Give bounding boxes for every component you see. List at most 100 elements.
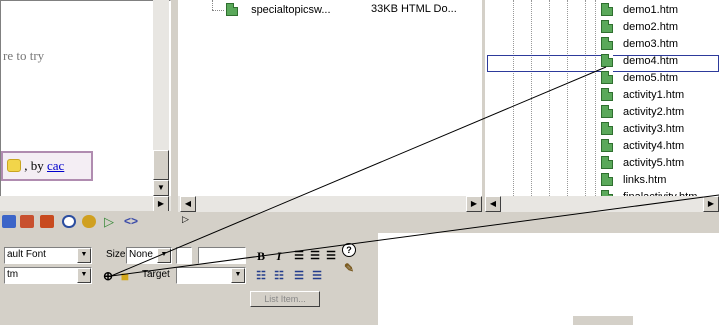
file-details: 33KB HTML Do... xyxy=(371,3,457,15)
file-html-icon xyxy=(601,156,613,169)
file-row[interactable]: specialtopicsw... xyxy=(226,3,331,19)
edit-icon[interactable]: ✎ xyxy=(341,259,357,275)
file-name: specialtopicsw... xyxy=(251,4,331,16)
site-map-scroll-right-button[interactable]: ▶ xyxy=(703,196,719,212)
file-list-scroll-right-button[interactable]: ▶ xyxy=(466,196,482,212)
color-input[interactable] xyxy=(198,247,246,264)
site-file-item[interactable]: activity2.htm xyxy=(601,105,684,122)
site-file-item[interactable]: demo5.htm xyxy=(601,71,678,88)
selected-text-block[interactable]: , by cac xyxy=(1,151,93,181)
font-value: ault Font xyxy=(7,249,46,260)
file-html-icon xyxy=(601,37,613,50)
selection-suffix: , by xyxy=(24,158,47,173)
design-view[interactable]: re to try , by cac xyxy=(0,0,171,210)
tree-guide xyxy=(585,0,586,196)
expand-arrow-icon[interactable]: ▷ xyxy=(182,214,189,225)
assets-icon[interactable] xyxy=(20,215,34,228)
align-center-icon[interactable]: ☰ xyxy=(307,247,323,263)
site-file-item[interactable]: demo1.htm xyxy=(601,3,678,20)
site-map-scroll-left-button[interactable]: ◀ xyxy=(485,196,501,212)
file-html-icon xyxy=(601,139,613,152)
tree-guide xyxy=(513,0,514,196)
site-file-item[interactable]: demo3.htm xyxy=(601,37,678,54)
list-item-button[interactable]: List Item... xyxy=(250,291,320,307)
file-html-icon xyxy=(601,122,613,135)
tree-connector xyxy=(212,10,224,11)
tree-guide xyxy=(595,0,596,196)
format-select[interactable]: tm ▼ xyxy=(4,267,92,284)
browse-folder-icon[interactable]: ■ xyxy=(116,267,134,284)
site-map-panel[interactable]: demo1.htm demo2.htm demo3.htm demo4.htm demo… xyxy=(485,0,719,196)
site-file-item[interactable]: demo2.htm xyxy=(601,20,678,37)
author-link[interactable]: cac xyxy=(47,158,64,173)
site-map-hscroll[interactable]: ◀ ▶ xyxy=(485,196,719,212)
design-vscroll[interactable]: ▼ xyxy=(153,0,169,196)
site-file-label: activity4.htm xyxy=(623,140,685,152)
chevron-down-icon[interactable]: ▼ xyxy=(157,248,171,263)
bold-button[interactable]: B xyxy=(253,247,269,263)
code-inspector-icon[interactable]: <> xyxy=(124,215,138,228)
site-file-label: activity2.htm xyxy=(623,106,685,118)
align-left-icon[interactable]: ☰ xyxy=(291,247,307,263)
output-area xyxy=(378,233,719,325)
file-list-scroll-left-button[interactable]: ◀ xyxy=(180,196,196,212)
chevron-down-icon[interactable]: ▼ xyxy=(231,268,245,283)
point-to-file-icon[interactable]: ⊕ xyxy=(100,267,116,283)
site-file-label: demo5.htm xyxy=(623,72,679,84)
site-file-label: activity3.htm xyxy=(623,123,685,135)
site-file-item[interactable]: activity5.htm xyxy=(601,156,684,173)
site-file-label: demo4.htm xyxy=(623,55,679,67)
file-html-icon xyxy=(601,88,613,101)
site-file-label: demo3.htm xyxy=(623,38,679,50)
site-icon[interactable] xyxy=(2,215,16,228)
file-html-icon xyxy=(601,54,613,67)
site-file-item[interactable]: activity3.htm xyxy=(601,122,684,139)
design-scroll-down-button[interactable]: ▼ xyxy=(153,180,169,196)
site-file-item[interactable]: activity4.htm xyxy=(601,139,684,156)
unordered-list-icon[interactable]: ☷ xyxy=(253,267,269,283)
property-inspector: ault Font ▼ Size None ▼ B I ☰ ☰ ☰ ? ✎ tm… xyxy=(0,233,375,325)
site-file-label: demo1.htm xyxy=(623,4,679,16)
site-file-label: activity1.htm xyxy=(623,89,685,101)
font-select[interactable]: ault Font ▼ xyxy=(4,247,92,264)
site-file-label: demo2.htm xyxy=(623,21,679,33)
target-select[interactable]: ▼ xyxy=(176,267,246,284)
site-file-label: links.htm xyxy=(623,174,667,186)
align-right-icon[interactable]: ☰ xyxy=(323,247,339,263)
indent-icon[interactable]: ☰ xyxy=(309,267,325,283)
status-strip xyxy=(573,316,633,325)
document-text: re to try xyxy=(3,48,45,63)
color-swatch[interactable] xyxy=(176,247,192,264)
size-select[interactable]: None ▼ xyxy=(126,247,172,264)
site-file-item[interactable]: links.htm xyxy=(601,173,666,190)
file-list-panel[interactable]: specialtopicsw... 33KB HTML Do... xyxy=(178,0,482,196)
target-label: Target xyxy=(142,269,170,280)
site-file-item[interactable]: activity1.htm xyxy=(601,88,684,105)
site-file-item[interactable]: demo4.htm xyxy=(601,54,678,71)
ordered-list-icon[interactable]: ☷ xyxy=(271,267,287,283)
site-file-label: activity5.htm xyxy=(623,157,685,169)
chevron-down-icon[interactable]: ▼ xyxy=(77,248,91,263)
css-styles-icon[interactable] xyxy=(62,215,76,228)
tree-guide xyxy=(531,0,532,196)
tree-guide xyxy=(567,0,568,196)
file-html-icon xyxy=(601,71,613,84)
design-hscroll[interactable]: ▶ xyxy=(0,196,171,212)
tree-connector xyxy=(212,0,213,10)
chevron-down-icon[interactable]: ▼ xyxy=(77,268,91,283)
html-styles-icon[interactable] xyxy=(40,215,54,228)
file-html-icon xyxy=(226,3,238,16)
design-scroll-right-button[interactable]: ▶ xyxy=(153,196,169,212)
file-html-icon xyxy=(601,3,613,16)
outdent-icon[interactable]: ☰ xyxy=(291,267,307,283)
file-list-hscroll[interactable]: ◀ ▶ xyxy=(178,196,482,212)
help-icon[interactable]: ? xyxy=(342,243,356,257)
format-value: tm xyxy=(7,269,19,280)
size-label: Size xyxy=(106,249,126,260)
behaviors-icon[interactable] xyxy=(82,215,96,228)
file-html-icon xyxy=(601,173,613,186)
smiley-icon xyxy=(7,159,21,172)
design-vscroll-thumb[interactable] xyxy=(153,150,169,180)
italic-button[interactable]: I xyxy=(271,247,287,263)
timelines-icon[interactable]: ▷ xyxy=(104,215,118,228)
